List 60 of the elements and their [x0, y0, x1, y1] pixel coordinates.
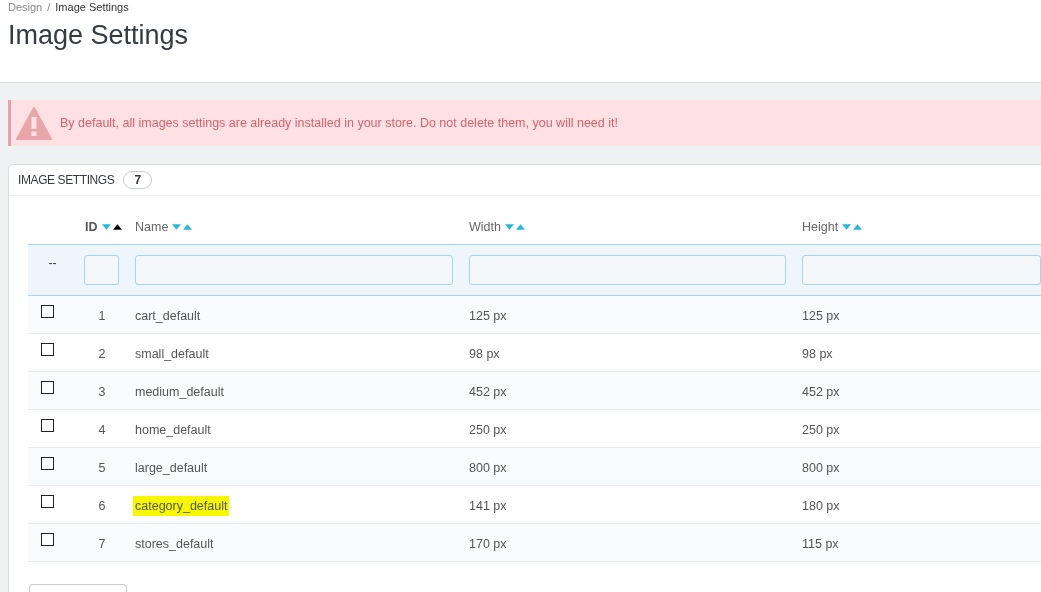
- table-cell: category_default: [133, 496, 230, 516]
- breadcrumb-link[interactable]: Design: [8, 1, 43, 13]
- table-row[interactable]: 7 stores_default 170 px 115 px: [28, 524, 1041, 562]
- page-title: Image Settings: [8, 19, 190, 52]
- table-cell: 800 px: [802, 461, 840, 475]
- breadcrumb-separator: /: [47, 1, 51, 13]
- table-cell-text: stores_default: [135, 536, 214, 553]
- row-checkbox[interactable]: [41, 305, 54, 318]
- table-cell: 141 px: [469, 499, 507, 513]
- table-cell-text: cart_default: [135, 308, 201, 325]
- table-row[interactable]: 3 medium_default 452 px 452 px: [28, 372, 1041, 410]
- table-cell: 180 px: [802, 499, 840, 513]
- table-cell-text: medium_default: [135, 384, 224, 401]
- column-header[interactable]: Width: [469, 219, 501, 234]
- row-checkbox[interactable]: [41, 533, 54, 546]
- panel-title: IMAGE SETTINGS: [18, 173, 115, 187]
- filter-input[interactable]: [135, 255, 453, 285]
- table-cell: 98 px: [469, 347, 500, 361]
- row-checkbox[interactable]: [41, 343, 54, 356]
- table-cell: 250 px: [469, 423, 507, 437]
- row-checkbox[interactable]: [41, 419, 54, 432]
- sort-down-icon[interactable]: [172, 223, 182, 230]
- sort-down-icon[interactable]: [504, 223, 514, 230]
- table-cell-text: large_default: [135, 460, 208, 477]
- filter-input[interactable]: [469, 255, 786, 285]
- footer-button[interactable]: [29, 584, 127, 592]
- table-cell: 125 px: [469, 309, 507, 323]
- table-cell-text: home_default: [135, 422, 211, 439]
- table-cell: 3: [98, 385, 106, 399]
- table-cell: 2: [98, 347, 106, 361]
- breadcrumb-current-page: Image Settings: [55, 1, 129, 13]
- warning-icon: [16, 106, 52, 140]
- row-checkbox[interactable]: [41, 381, 54, 394]
- table-cell: 1: [98, 309, 106, 323]
- column-header[interactable]: Name: [135, 219, 169, 234]
- table-cell: 4: [98, 423, 106, 437]
- sort-down-icon[interactable]: [842, 223, 852, 230]
- table-cell: 452 px: [802, 385, 840, 399]
- row-checkbox[interactable]: [41, 495, 54, 508]
- table-cell-text: small_default: [135, 346, 209, 363]
- table-cell: 125 px: [802, 309, 840, 323]
- table-cell: 115 px: [802, 537, 839, 551]
- column-header[interactable]: Height: [802, 219, 839, 234]
- table-cell: 452 px: [469, 385, 507, 399]
- table-cell: 800 px: [469, 461, 507, 475]
- table-cell: 6: [98, 499, 106, 513]
- alert-message: By default, all images settings are already installed in your store. Do not delete them, you will need it!: [60, 116, 618, 130]
- table-cell: 250 px: [802, 423, 840, 437]
- table-cell: 7: [98, 537, 106, 551]
- filter-input[interactable]: [84, 255, 119, 285]
- column-header[interactable]: ID: [85, 219, 98, 234]
- filter-label: --: [48, 256, 57, 270]
- table-row[interactable]: 5 large_default 800 px 800 px: [28, 448, 1041, 486]
- filter-input[interactable]: [802, 255, 1041, 285]
- table-cell: 5: [98, 461, 106, 475]
- sort-up-icon[interactable]: [112, 223, 122, 230]
- row-checkbox[interactable]: [41, 457, 54, 470]
- table-cell: 98 px: [802, 347, 833, 361]
- table-cell: 170 px: [469, 537, 507, 551]
- table-row[interactable]: 1 cart_default 125 px 125 px: [28, 296, 1041, 334]
